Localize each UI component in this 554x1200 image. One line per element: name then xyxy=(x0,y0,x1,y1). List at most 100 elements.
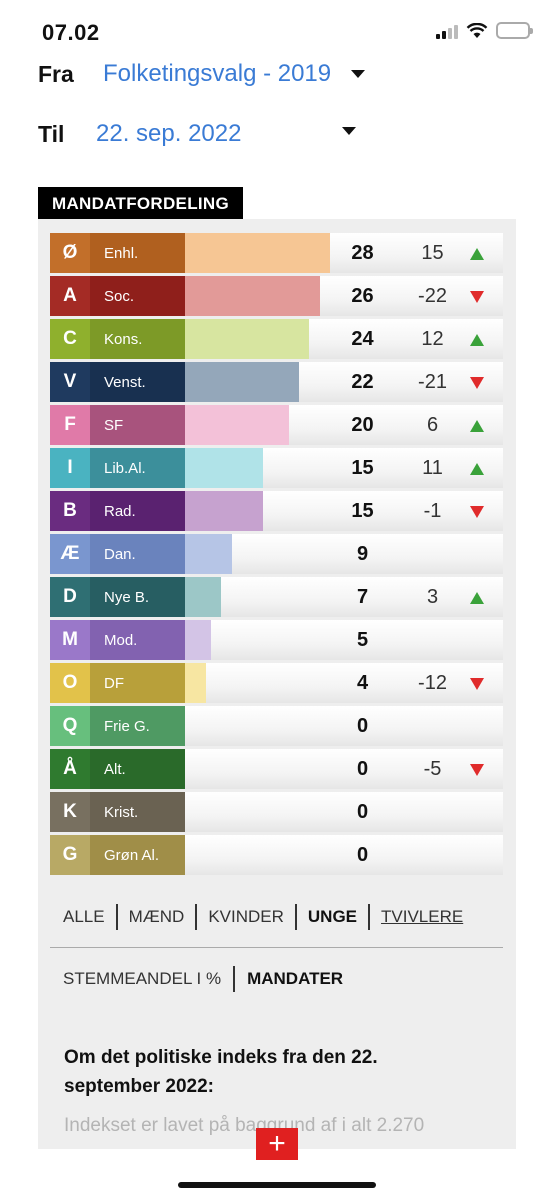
party-letter: I xyxy=(50,448,90,488)
seat-bar xyxy=(185,319,309,359)
seat-count: 20 xyxy=(351,414,374,436)
party-row[interactable]: Æ Dan. 9 xyxy=(50,534,503,574)
status-icons xyxy=(436,22,533,39)
battery-icon xyxy=(496,22,533,39)
filter-tab[interactable]: TVIVLERE xyxy=(370,904,474,930)
arrow-down-icon xyxy=(470,506,484,518)
party-row[interactable]: D Nye B. 7 3 xyxy=(50,577,503,617)
seat-bar xyxy=(185,663,206,703)
party-letter: V xyxy=(50,362,90,402)
cellular-signal-icon xyxy=(436,23,458,39)
divider xyxy=(50,947,503,948)
party-letter: C xyxy=(50,319,90,359)
seat-count: 9 xyxy=(356,543,369,565)
seat-change: 6 xyxy=(426,414,439,436)
party-letter: Æ xyxy=(50,534,90,574)
about-title: Om det politiske indeks fra den 22. sept… xyxy=(64,1047,378,1097)
party-letter: O xyxy=(50,663,90,703)
party-name: Soc. xyxy=(90,276,185,316)
party-row[interactable]: Ø Enhl. 28 15 xyxy=(50,233,503,273)
seat-bar xyxy=(185,362,299,402)
filter-tab[interactable]: KVINDER xyxy=(197,904,297,930)
party-letter: Å xyxy=(50,749,90,789)
mode-tab[interactable]: STEMMEANDEL I % xyxy=(50,966,236,992)
arrow-up-icon xyxy=(470,248,484,260)
seat-count: 5 xyxy=(356,629,369,651)
add-button[interactable]: + xyxy=(256,1128,298,1160)
seat-count: 0 xyxy=(356,801,369,823)
party-letter: M xyxy=(50,620,90,660)
party-row[interactable]: A Soc. 26 -22 xyxy=(50,276,503,316)
seat-change: 11 xyxy=(422,457,443,479)
party-name: Krist. xyxy=(90,792,185,832)
party-row[interactable]: B Rad. 15 -1 xyxy=(50,491,503,531)
seat-bar xyxy=(185,448,263,488)
party-row[interactable]: Q Frie G. 0 xyxy=(50,706,503,746)
seat-distribution-panel: Ø Enhl. 28 15 A Soc. 26 -22 C Kons. 24 12 V Venst. 22 -… xyxy=(38,219,516,1149)
party-letter: K xyxy=(50,792,90,832)
party-letter: Q xyxy=(50,706,90,746)
arrow-up-icon xyxy=(470,463,484,475)
group-filter-tabs: ALLE MÆND KVINDER UNGE TVIVLERE xyxy=(50,902,503,932)
seat-change: -22 xyxy=(418,285,447,307)
party-name: DF xyxy=(90,663,185,703)
wifi-icon xyxy=(466,22,488,38)
party-name: Nye B. xyxy=(90,577,185,617)
seat-count: 0 xyxy=(356,758,369,780)
seat-change: 3 xyxy=(426,586,439,608)
arrow-down-icon xyxy=(470,377,484,389)
seat-count: 26 xyxy=(351,285,374,307)
party-row[interactable]: I Lib.Al. 15 11 xyxy=(50,448,503,488)
seat-change: -21 xyxy=(418,371,447,393)
party-name: Lib.Al. xyxy=(90,448,185,488)
party-name: Frie G. xyxy=(90,706,185,746)
party-row[interactable]: F SF 20 6 xyxy=(50,405,503,445)
party-row[interactable]: K Krist. 0 xyxy=(50,792,503,832)
from-value[interactable]: Folketingsvalg - 2019 xyxy=(103,60,331,88)
arrow-up-icon xyxy=(470,420,484,432)
from-label: Fra xyxy=(38,60,74,87)
seat-count: 4 xyxy=(356,672,369,694)
party-name: Dan. xyxy=(90,534,185,574)
to-dropdown-icon[interactable] xyxy=(342,127,356,135)
seat-change: 12 xyxy=(421,328,444,350)
seat-bar xyxy=(185,534,232,574)
to-selector[interactable]: Til 22. sep. 2022 xyxy=(38,120,241,148)
seat-change: 15 xyxy=(421,242,444,264)
from-selector[interactable]: Fra Folketingsvalg - 2019 xyxy=(38,60,331,88)
seat-bar xyxy=(185,620,211,660)
party-row[interactable]: C Kons. 24 12 xyxy=(50,319,503,359)
party-row[interactable]: Å Alt. 0 -5 xyxy=(50,749,503,789)
party-name: Venst. xyxy=(90,362,185,402)
seat-count: 15 xyxy=(351,500,374,522)
seat-bar xyxy=(185,233,330,273)
seat-change: -5 xyxy=(423,758,442,780)
to-value[interactable]: 22. sep. 2022 xyxy=(96,120,241,148)
filter-tab[interactable]: ALLE xyxy=(50,904,118,930)
status-bar: 07.02 xyxy=(0,0,554,60)
seat-count: 15 xyxy=(351,457,374,479)
party-name: Mod. xyxy=(90,620,185,660)
arrow-down-icon xyxy=(470,291,484,303)
filter-tab[interactable]: UNGE xyxy=(297,904,371,930)
mode-tab[interactable]: MANDATER xyxy=(235,966,355,992)
seat-count: 0 xyxy=(356,844,369,866)
home-indicator[interactable] xyxy=(178,1182,376,1188)
from-dropdown-icon[interactable] xyxy=(351,70,365,78)
party-name: Alt. xyxy=(90,749,185,789)
arrow-up-icon xyxy=(470,334,484,346)
arrow-up-icon xyxy=(470,592,484,604)
party-letter: Ø xyxy=(50,233,90,273)
seat-bar xyxy=(185,276,320,316)
section-title: MANDATFORDELING xyxy=(38,187,243,219)
party-letter: A xyxy=(50,276,90,316)
arrow-down-icon xyxy=(470,678,484,690)
party-row[interactable]: M Mod. 5 xyxy=(50,620,503,660)
seat-count: 24 xyxy=(351,328,374,350)
seat-count: 22 xyxy=(351,371,374,393)
filter-tab[interactable]: MÆND xyxy=(118,904,198,930)
party-row[interactable]: O DF 4 -12 xyxy=(50,663,503,703)
seat-bar xyxy=(185,491,263,531)
party-row[interactable]: G Grøn Al. 0 xyxy=(50,835,503,875)
party-row[interactable]: V Venst. 22 -21 xyxy=(50,362,503,402)
